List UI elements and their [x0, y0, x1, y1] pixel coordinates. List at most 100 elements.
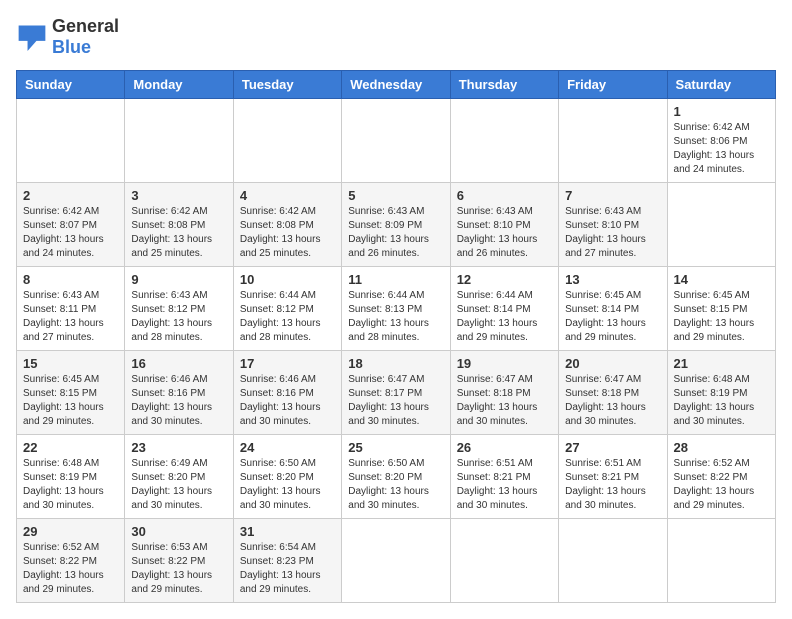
day-info: Sunrise: 6:52 AMSunset: 8:22 PMDaylight:… [674, 457, 769, 513]
calendar-cell: 1Sunrise: 6:42 AMSunset: 8:06 PMDaylight… [667, 99, 775, 183]
logo-icon [16, 23, 48, 51]
calendar-cell [450, 99, 558, 183]
calendar-cell: 14 Sunrise: 6:45 AMSunset: 8:15 PMDayligh… [667, 267, 775, 351]
day-number: 17 [240, 356, 335, 371]
day-info: Sunrise: 6:47 AMSunset: 8:18 PMDaylight:… [565, 373, 660, 429]
day-info: Sunrise: 6:47 AMSunset: 8:17 PMDaylight:… [348, 373, 443, 429]
day-info: Sunrise: 6:51 AMSunset: 8:21 PMDaylight:… [565, 457, 660, 513]
calendar-week-1: 1Sunrise: 6:42 AMSunset: 8:06 PMDaylight… [17, 99, 776, 183]
calendar-cell [17, 99, 125, 183]
day-info: Sunrise: 6:45 AMSunset: 8:14 PMDaylight:… [565, 289, 660, 345]
calendar-cell: 4 Sunrise: 6:42 AMSunset: 8:08 PMDaylight… [233, 183, 341, 267]
calendar-cell: 21 Sunrise: 6:48 AMSunset: 8:19 PMDayligh… [667, 351, 775, 435]
calendar-cell: 28Sunrise: 6:52 AMSunset: 8:22 PMDayligh… [667, 435, 775, 519]
col-header-monday: Monday [125, 71, 233, 99]
day-info: Sunrise: 6:44 AMSunset: 8:13 PMDaylight:… [348, 289, 443, 345]
day-info: Sunrise: 6:43 AMSunset: 8:12 PMDaylight:… [131, 289, 226, 345]
calendar-cell: 30Sunrise: 6:53 AMSunset: 8:22 PMDayligh… [125, 519, 233, 603]
calendar-cell: 10Sunrise: 6:44 AMSunset: 8:12 PMDayligh… [233, 267, 341, 351]
day-number: 19 [457, 356, 552, 371]
calendar-cell: 13 Sunrise: 6:45 AMSunset: 8:14 PMDayligh… [559, 267, 667, 351]
calendar-cell: 12 Sunrise: 6:44 AMSunset: 8:14 PMDayligh… [450, 267, 558, 351]
day-info: Sunrise: 6:43 AMSunset: 8:09 PMDaylight:… [348, 205, 443, 261]
page-header: General Blue [16, 16, 776, 58]
calendar-cell: 24 Sunrise: 6:50 AMSunset: 8:20 PMDayligh… [233, 435, 341, 519]
day-number: 9 [131, 272, 226, 287]
day-info: Sunrise: 6:48 AMSunset: 8:19 PMDaylight:… [674, 373, 769, 429]
day-number: 13 [565, 272, 660, 287]
calendar-cell: 23 Sunrise: 6:49 AMSunset: 8:20 PMDayligh… [125, 435, 233, 519]
calendar-cell: 16 Sunrise: 6:46 AMSunset: 8:16 PMDayligh… [125, 351, 233, 435]
day-number: 2 [23, 188, 118, 203]
day-info: Sunrise: 6:54 AMSunset: 8:23 PMDaylight:… [240, 541, 335, 597]
calendar-cell: 2Sunrise: 6:42 AMSunset: 8:07 PMDaylight… [17, 183, 125, 267]
calendar-week-2: 2Sunrise: 6:42 AMSunset: 8:07 PMDaylight… [17, 183, 776, 267]
calendar-cell [559, 99, 667, 183]
day-info: Sunrise: 6:49 AMSunset: 8:20 PMDaylight:… [131, 457, 226, 513]
calendar-cell [233, 99, 341, 183]
col-header-tuesday: Tuesday [233, 71, 341, 99]
col-header-sunday: Sunday [17, 71, 125, 99]
day-number: 23 [131, 440, 226, 455]
day-number: 5 [348, 188, 443, 203]
day-number: 4 [240, 188, 335, 203]
calendar-cell: 26Sunrise: 6:51 AMSunset: 8:21 PMDayligh… [450, 435, 558, 519]
calendar-cell: 31 Sunrise: 6:54 AMSunset: 8:23 PMDayligh… [233, 519, 341, 603]
day-number: 18 [348, 356, 443, 371]
day-number: 24 [240, 440, 335, 455]
day-number: 1 [674, 104, 769, 119]
day-info: Sunrise: 6:43 AMSunset: 8:11 PMDaylight:… [23, 289, 118, 345]
day-number: 27 [565, 440, 660, 455]
day-info: Sunrise: 6:44 AMSunset: 8:12 PMDaylight:… [240, 289, 335, 345]
day-number: 22 [23, 440, 118, 455]
day-number: 14 [674, 272, 769, 287]
day-info: Sunrise: 6:44 AMSunset: 8:14 PMDaylight:… [457, 289, 552, 345]
day-info: Sunrise: 6:45 AMSunset: 8:15 PMDaylight:… [674, 289, 769, 345]
day-info: Sunrise: 6:42 AMSunset: 8:08 PMDaylight:… [131, 205, 226, 261]
calendar-cell: 8 Sunrise: 6:43 AMSunset: 8:11 PMDaylight… [17, 267, 125, 351]
day-number: 29 [23, 524, 118, 539]
col-header-friday: Friday [559, 71, 667, 99]
day-info: Sunrise: 6:50 AMSunset: 8:20 PMDaylight:… [348, 457, 443, 513]
calendar-cell: 29 Sunrise: 6:52 AMSunset: 8:22 PMDayligh… [17, 519, 125, 603]
day-number: 31 [240, 524, 335, 539]
calendar-cell: 20 Sunrise: 6:47 AMSunset: 8:18 PMDayligh… [559, 351, 667, 435]
calendar-cell [342, 99, 450, 183]
day-info: Sunrise: 6:52 AMSunset: 8:22 PMDaylight:… [23, 541, 118, 597]
day-info: Sunrise: 6:51 AMSunset: 8:21 PMDaylight:… [457, 457, 552, 513]
day-info: Sunrise: 6:47 AMSunset: 8:18 PMDaylight:… [457, 373, 552, 429]
day-number: 12 [457, 272, 552, 287]
calendar-cell [342, 519, 450, 603]
calendar-week-4: 15 Sunrise: 6:45 AMSunset: 8:15 PMDayligh… [17, 351, 776, 435]
day-info: Sunrise: 6:45 AMSunset: 8:15 PMDaylight:… [23, 373, 118, 429]
calendar-cell: 6 Sunrise: 6:43 AMSunset: 8:10 PMDaylight… [450, 183, 558, 267]
day-number: 8 [23, 272, 118, 287]
calendar-cell: 9 Sunrise: 6:43 AMSunset: 8:12 PMDaylight… [125, 267, 233, 351]
calendar-cell: 3 Sunrise: 6:42 AMSunset: 8:08 PMDaylight… [125, 183, 233, 267]
day-number: 16 [131, 356, 226, 371]
logo: General Blue [16, 16, 119, 58]
calendar-cell: 19 Sunrise: 6:47 AMSunset: 8:18 PMDayligh… [450, 351, 558, 435]
calendar-cell: 18 Sunrise: 6:47 AMSunset: 8:17 PMDayligh… [342, 351, 450, 435]
calendar-cell: 5 Sunrise: 6:43 AMSunset: 8:09 PMDaylight… [342, 183, 450, 267]
day-number: 15 [23, 356, 118, 371]
day-info: Sunrise: 6:42 AMSunset: 8:08 PMDaylight:… [240, 205, 335, 261]
col-header-wednesday: Wednesday [342, 71, 450, 99]
calendar-cell: 27 Sunrise: 6:51 AMSunset: 8:21 PMDayligh… [559, 435, 667, 519]
day-number: 6 [457, 188, 552, 203]
calendar-cell [559, 519, 667, 603]
col-header-thursday: Thursday [450, 71, 558, 99]
day-number: 25 [348, 440, 443, 455]
day-number: 11 [348, 272, 443, 287]
calendar-table: SundayMondayTuesdayWednesdayThursdayFrid… [16, 70, 776, 603]
day-number: 21 [674, 356, 769, 371]
day-info: Sunrise: 6:50 AMSunset: 8:20 PMDaylight:… [240, 457, 335, 513]
calendar-week-5: 22Sunrise: 6:48 AMSunset: 8:19 PMDayligh… [17, 435, 776, 519]
day-number: 20 [565, 356, 660, 371]
calendar-cell: 17Sunrise: 6:46 AMSunset: 8:16 PMDayligh… [233, 351, 341, 435]
day-info: Sunrise: 6:43 AMSunset: 8:10 PMDaylight:… [457, 205, 552, 261]
day-number: 3 [131, 188, 226, 203]
logo-blue: Blue [52, 37, 91, 57]
day-info: Sunrise: 6:46 AMSunset: 8:16 PMDaylight:… [131, 373, 226, 429]
calendar-cell: 22Sunrise: 6:48 AMSunset: 8:19 PMDayligh… [17, 435, 125, 519]
